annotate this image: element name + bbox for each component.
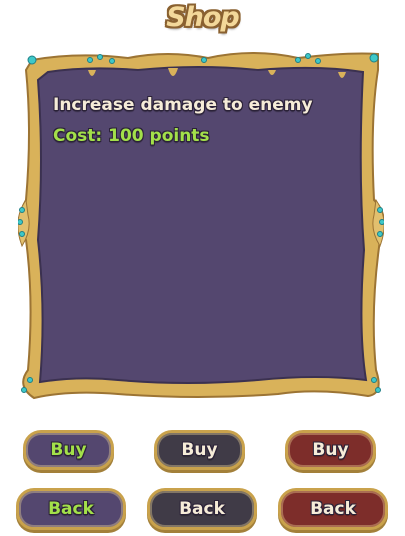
buy-button-label: Buy xyxy=(50,440,87,460)
buy-button-label: Buy xyxy=(312,440,349,460)
back-button-dark[interactable]: Back xyxy=(147,488,257,530)
buy-button-purple[interactable]: Buy xyxy=(23,430,114,470)
shop-title: Shop xyxy=(166,2,240,33)
back-button-purple[interactable]: Back xyxy=(16,488,126,530)
back-button-label: Back xyxy=(310,499,356,519)
buy-button-dark[interactable]: Buy xyxy=(154,430,245,470)
buy-button-red[interactable]: Buy xyxy=(285,430,376,470)
back-button-label: Back xyxy=(179,499,225,519)
back-button-red[interactable]: Back xyxy=(278,488,388,530)
buy-button-label: Buy xyxy=(181,440,218,460)
back-button-label: Back xyxy=(48,499,94,519)
item-cost: Cost: 100 points xyxy=(53,126,210,146)
item-description: Increase damage to enemy xyxy=(53,95,313,115)
